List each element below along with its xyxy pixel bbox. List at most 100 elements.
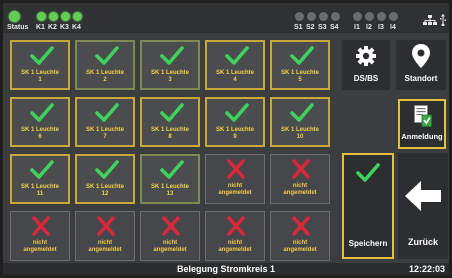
- dsbs-button[interactable]: DS/BS: [342, 40, 390, 90]
- standort-button[interactable]: Standort: [396, 40, 446, 90]
- device-tile-unregistered[interactable]: nicht angemeldet: [270, 154, 330, 204]
- tile-label: SK 1 Leuchte 6: [12, 127, 68, 141]
- k1-led: [37, 12, 46, 21]
- tile-label-line1: nicht: [227, 183, 243, 189]
- tile-label-line1: SK 1 Leuchte: [85, 184, 124, 190]
- gear-icon: [356, 46, 376, 66]
- tile-label: SK 1 Leuchte 9: [207, 127, 263, 141]
- checkmark-icon: [95, 103, 119, 122]
- tile-label: SK 1 Leuchte 4: [207, 70, 263, 84]
- anmeldung-label: Anmeldung: [401, 132, 443, 141]
- device-tile-3[interactable]: SK 1 Leuchte 3: [140, 40, 200, 90]
- tile-label-line2: angemeldet: [218, 190, 252, 196]
- zurueck-label: Zurück: [407, 237, 438, 247]
- tile-label-line1: nicht: [32, 240, 48, 246]
- k1-label: K1: [36, 24, 45, 31]
- tile-label-line1: SK 1 Leuchte: [150, 127, 189, 133]
- checkmark-icon: [95, 46, 119, 65]
- tile-label-line1: nicht: [292, 183, 308, 189]
- cross-icon: [97, 216, 115, 236]
- checkmark-icon: [30, 46, 54, 65]
- tile-label: SK 1 Leuchte 7: [77, 127, 133, 141]
- clock: 12:22:03: [408, 264, 445, 274]
- k3-label: K3: [60, 24, 69, 31]
- tile-label-line2: angemeldet: [283, 190, 317, 196]
- tile-label-line2: 6: [38, 134, 42, 140]
- tile-label-line2: angemeldet: [283, 247, 317, 253]
- i4-led: [389, 12, 398, 21]
- s2-led: [307, 12, 316, 21]
- device-tile-10[interactable]: SK 1 Leuchte 10: [270, 97, 330, 147]
- tile-label: SK 1 Leuchte 11: [12, 184, 68, 198]
- tile-label-line2: 10: [296, 134, 304, 140]
- i3-led: [377, 12, 386, 21]
- tile-label-line2: 1: [38, 77, 42, 83]
- device-tile-7[interactable]: SK 1 Leuchte 7: [75, 97, 135, 147]
- tile-label: SK 1 Leuchte 10: [272, 127, 328, 141]
- k2-label: K2: [48, 24, 57, 31]
- tile-label-line1: SK 1 Leuchte: [150, 184, 189, 190]
- zurueck-button[interactable]: Zurück: [398, 153, 448, 259]
- tile-label: nicht angemeldet: [206, 240, 264, 254]
- checkmark-icon: [225, 46, 249, 65]
- k2-led: [49, 12, 58, 21]
- tile-label-line2: 7: [103, 134, 107, 140]
- status-label: Status: [7, 24, 29, 31]
- tile-label-line2: 4: [233, 77, 237, 83]
- device-tile-unregistered[interactable]: nicht angemeldet: [205, 154, 265, 204]
- checkmark-icon: [30, 103, 54, 122]
- device-tile-2[interactable]: SK 1 Leuchte 2: [75, 40, 135, 90]
- s4-led: [331, 12, 340, 21]
- device-tile-8[interactable]: SK 1 Leuchte 8: [140, 97, 200, 147]
- tile-label-line1: nicht: [292, 240, 308, 246]
- tile-label-line1: SK 1 Leuchte: [280, 70, 319, 76]
- tile-label-line1: SK 1 Leuchte: [215, 127, 254, 133]
- checkmark-icon: [30, 160, 54, 179]
- tile-label-line1: SK 1 Leuchte: [280, 127, 319, 133]
- device-tile-12[interactable]: SK 1 Leuchte 12: [75, 154, 135, 204]
- tile-label-line2: angemeldet: [153, 247, 187, 253]
- tile-label-line1: SK 1 Leuchte: [20, 127, 59, 133]
- tile-label: nicht angemeldet: [271, 240, 329, 254]
- k4-label: K4: [72, 24, 81, 31]
- i2-label: I2: [366, 24, 372, 31]
- device-tile-unregistered[interactable]: nicht angemeldet: [205, 211, 265, 261]
- tile-label: nicht angemeldet: [206, 183, 264, 197]
- s1-led: [295, 12, 304, 21]
- speichern-button[interactable]: Speichern: [342, 153, 394, 259]
- checkmark-icon: [225, 103, 249, 122]
- network-icon: [423, 15, 437, 25]
- anmeldung-button[interactable]: Anmeldung: [398, 99, 446, 149]
- tile-label-line2: 9: [233, 134, 237, 140]
- tile-label: SK 1 Leuchte 5: [272, 70, 328, 84]
- checkmark-icon: [160, 103, 184, 122]
- device-tile-unregistered[interactable]: nicht angemeldet: [140, 211, 200, 261]
- k3-led: [61, 12, 70, 21]
- standort-label: Standort: [404, 74, 438, 83]
- tile-label: SK 1 Leuchte 1: [12, 70, 68, 84]
- i2-led: [365, 12, 374, 21]
- checkmark-icon: [290, 103, 314, 122]
- s4-label: S4: [330, 24, 339, 31]
- device-tile-unregistered[interactable]: nicht angemeldet: [10, 211, 70, 261]
- device-tile-unregistered[interactable]: nicht angemeldet: [270, 211, 330, 261]
- device-tile-11[interactable]: SK 1 Leuchte 11: [10, 154, 70, 204]
- checkmark-icon: [160, 46, 184, 65]
- device-tile-unregistered[interactable]: nicht angemeldet: [75, 211, 135, 261]
- device-tile-9[interactable]: SK 1 Leuchte 9: [205, 97, 265, 147]
- tile-label-line1: SK 1 Leuchte: [20, 70, 59, 76]
- s3-label: S3: [318, 24, 327, 31]
- usb-icon: [440, 14, 446, 26]
- tile-label-line1: nicht: [162, 240, 178, 246]
- arrow-left-icon: [405, 181, 441, 211]
- tile-label-line2: 3: [168, 77, 172, 83]
- device-tile-6[interactable]: SK 1 Leuchte 6: [10, 97, 70, 147]
- device-tile-4[interactable]: SK 1 Leuchte 4: [205, 40, 265, 90]
- tile-label-line2: angemeldet: [23, 247, 57, 253]
- tile-label: SK 1 Leuchte 13: [142, 184, 198, 198]
- device-tile-13[interactable]: SK 1 Leuchte 13: [140, 154, 200, 204]
- device-tile-5[interactable]: SK 1 Leuchte 5: [270, 40, 330, 90]
- device-tile-1[interactable]: SK 1 Leuchte 1: [10, 40, 70, 90]
- tile-label: nicht angemeldet: [141, 240, 199, 254]
- page-title: Belegung Stromkreis 1: [176, 264, 276, 274]
